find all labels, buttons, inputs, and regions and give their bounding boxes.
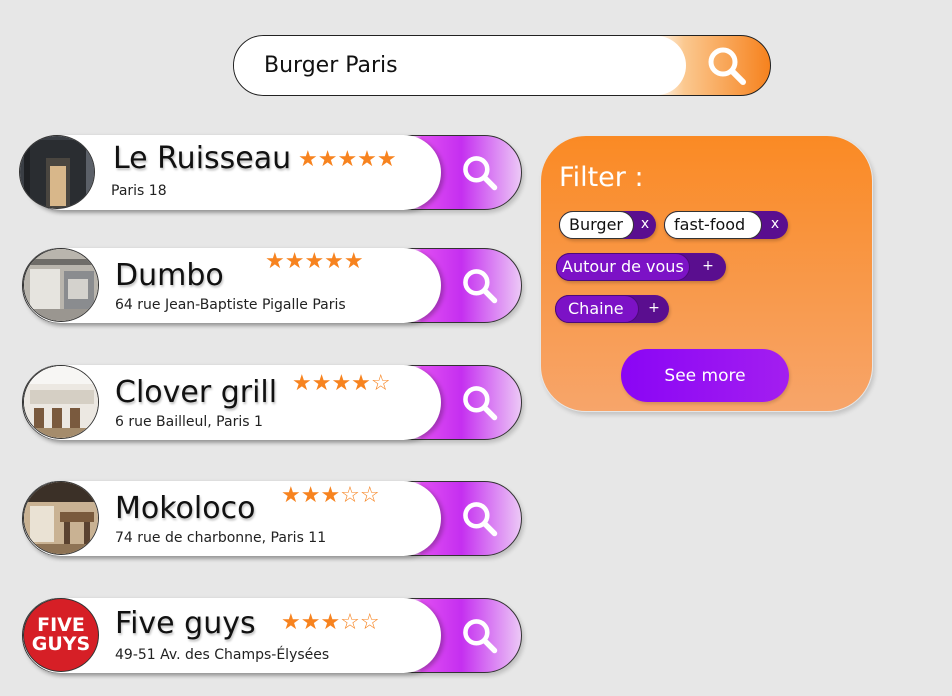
- filter-chip-chaine: Chaine +: [555, 295, 669, 323]
- filter-chip-burger: Burger x: [559, 211, 656, 239]
- star-rating: ★★★☆☆: [281, 483, 380, 508]
- result-search-button[interactable]: [439, 136, 521, 210]
- remove-chip-button[interactable]: x: [762, 211, 788, 239]
- search-bar: [233, 35, 771, 96]
- star-rating: ★★★★★: [298, 147, 397, 172]
- star-rating: ★★★☆☆: [281, 610, 380, 635]
- filter-panel: Filter : Burger x fast-food x Autour de …: [540, 135, 873, 412]
- restaurant-photo: [23, 248, 99, 322]
- search-icon: [463, 156, 498, 191]
- five-guys-logo: FIVE GUYS: [23, 598, 99, 672]
- search-button[interactable]: [684, 36, 770, 95]
- restaurant-name: Le Ruisseau: [113, 141, 292, 176]
- result-card-body: FIVE GUYS Five guys 49-51 Av. des Champs…: [23, 598, 441, 673]
- restaurant-name: Dumbo: [115, 258, 224, 293]
- result-card[interactable]: Le Ruisseau Paris 18 ★★★★★: [19, 135, 522, 210]
- restaurant-photo: [19, 135, 95, 209]
- restaurant-address: Paris 18: [111, 183, 167, 199]
- result-search-button[interactable]: [439, 249, 521, 323]
- search-icon: [463, 502, 498, 537]
- result-card-body: Clover grill 6 rue Bailleul, Paris 1 ★★★…: [23, 365, 441, 440]
- search-input[interactable]: [234, 36, 686, 95]
- add-chip-button[interactable]: +: [690, 253, 726, 281]
- logo-text: GUYS: [31, 633, 91, 655]
- restaurant-name: Mokoloco: [115, 491, 256, 526]
- result-card-body: Mokoloco 74 rue de charbonne, Paris 11 ★…: [23, 481, 441, 556]
- result-search-button[interactable]: [439, 599, 521, 673]
- filter-chip-autour-de-vous: Autour de vous +: [556, 253, 726, 281]
- search-icon: [463, 269, 498, 304]
- see-more-button[interactable]: See more: [621, 349, 789, 402]
- filter-chip-fast-food: fast-food x: [664, 211, 788, 239]
- search-icon: [708, 47, 746, 85]
- result-card-body: Dumbo 64 rue Jean-Baptiste Pigalle Paris…: [23, 248, 441, 323]
- result-card[interactable]: Dumbo 64 rue Jean-Baptiste Pigalle Paris…: [22, 248, 522, 323]
- result-search-button[interactable]: [439, 482, 521, 556]
- restaurant-name: Five guys: [115, 606, 256, 641]
- add-chip-button[interactable]: +: [639, 295, 669, 323]
- restaurant-address: 64 rue Jean-Baptiste Pigalle Paris: [115, 297, 346, 313]
- restaurant-photo: [23, 481, 99, 555]
- restaurant-address: 49-51 Av. des Champs-Élysées: [115, 647, 330, 663]
- result-search-button[interactable]: [439, 366, 521, 440]
- result-card[interactable]: Clover grill 6 rue Bailleul, Paris 1 ★★★…: [22, 365, 522, 440]
- chip-label: fast-food: [664, 211, 762, 239]
- search-icon: [463, 386, 498, 421]
- restaurant-name: Clover grill: [115, 375, 278, 410]
- restaurant-address: 6 rue Bailleul, Paris 1: [115, 414, 263, 430]
- filter-title: Filter :: [559, 162, 644, 193]
- result-card-body: Le Ruisseau Paris 18 ★★★★★: [19, 135, 441, 210]
- restaurant-address: 74 rue de charbonne, Paris 11: [115, 530, 327, 546]
- search-icon: [463, 619, 498, 654]
- chip-label: Autour de vous: [556, 253, 690, 281]
- restaurant-photo: [23, 365, 99, 439]
- result-card[interactable]: FIVE GUYS Five guys 49-51 Av. des Champs…: [22, 598, 522, 673]
- chip-label: Burger: [559, 211, 634, 239]
- star-rating: ★★★★★: [265, 249, 364, 274]
- chip-label: Chaine: [555, 295, 639, 323]
- star-rating: ★★★★☆: [292, 371, 391, 396]
- remove-chip-button[interactable]: x: [634, 211, 656, 239]
- result-card[interactable]: Mokoloco 74 rue de charbonne, Paris 11 ★…: [22, 481, 522, 556]
